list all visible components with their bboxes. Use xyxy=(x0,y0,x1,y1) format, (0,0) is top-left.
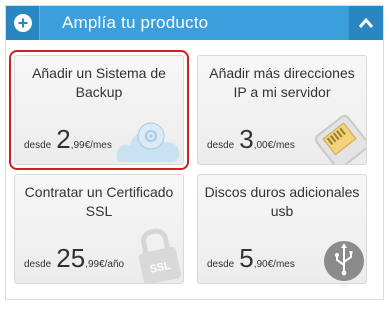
chevron-up-icon xyxy=(358,17,374,28)
price-integer: 5 xyxy=(239,243,254,273)
card-title-line: SSL xyxy=(85,203,113,219)
price-integer: 2 xyxy=(56,124,71,154)
card-title: Contratar un Certificado SSL xyxy=(15,183,183,221)
card-title-line: IP a mi servidor xyxy=(233,84,331,100)
panel-title: Amplía tu producto xyxy=(62,13,209,32)
ethernet-port-icon xyxy=(314,114,366,164)
price-integer: 25 xyxy=(56,243,86,273)
price-from: desde xyxy=(207,259,235,270)
card-title: Añadir un Sistema de Backup xyxy=(15,64,183,102)
card-price: desde 3 ,00 €/mes xyxy=(207,126,295,152)
usb-icon xyxy=(324,241,364,281)
card-title-line: Discos duros adicionales xyxy=(204,184,360,200)
price-from: desde xyxy=(207,140,235,151)
price-decimal: ,99 xyxy=(70,140,85,151)
card-price: desde 25 ,99 €/año xyxy=(24,245,124,271)
card-price: desde 5 ,90 €/mes xyxy=(207,245,295,271)
card-ip-addresses[interactable]: Añadir más direcciones IP a mi servidor … xyxy=(197,55,367,165)
price-decimal: ,00 xyxy=(253,140,268,151)
card-title-line: Contratar un Certificado xyxy=(24,184,174,200)
expand-button[interactable] xyxy=(6,6,40,40)
price-decimal: ,99 xyxy=(85,259,100,270)
card-title-line: Añadir un Sistema de xyxy=(32,65,166,81)
product-upsell-panel: Amplía tu producto Añadir un Sistema de … xyxy=(5,5,384,300)
price-from: desde xyxy=(24,140,52,151)
cloud-backup-icon xyxy=(116,122,180,162)
plus-circle-icon xyxy=(13,14,32,32)
card-title-line: Añadir más direcciones xyxy=(209,65,355,81)
card-title-line: Backup xyxy=(75,84,123,100)
card-ssl-certificate[interactable]: Contratar un Certificado SSL desde 25 ,9… xyxy=(14,174,184,284)
card-backup[interactable]: Añadir un Sistema de Backup desde 2 ,99 … xyxy=(9,50,189,170)
ssl-lock-icon: SSL xyxy=(138,228,182,283)
card-price: desde 2 ,99 €/mes xyxy=(24,126,112,152)
price-unit: €/mes xyxy=(267,259,295,270)
card-title: Discos duros adicionales usb xyxy=(198,183,366,221)
price-unit: €/mes xyxy=(84,140,112,151)
card-title-line: usb xyxy=(270,203,294,219)
price-from: desde xyxy=(24,259,52,270)
price-decimal: ,90 xyxy=(253,259,268,270)
collapse-button[interactable] xyxy=(349,6,383,40)
panel-header[interactable]: Amplía tu producto xyxy=(6,6,383,40)
price-unit: €/año xyxy=(99,259,125,270)
card-title: Añadir más direcciones IP a mi servidor xyxy=(198,64,366,102)
price-unit: €/mes xyxy=(267,140,295,151)
price-integer: 3 xyxy=(239,124,254,154)
card-usb-disks[interactable]: Discos duros adicionales usb desde 5 ,90… xyxy=(197,174,367,284)
